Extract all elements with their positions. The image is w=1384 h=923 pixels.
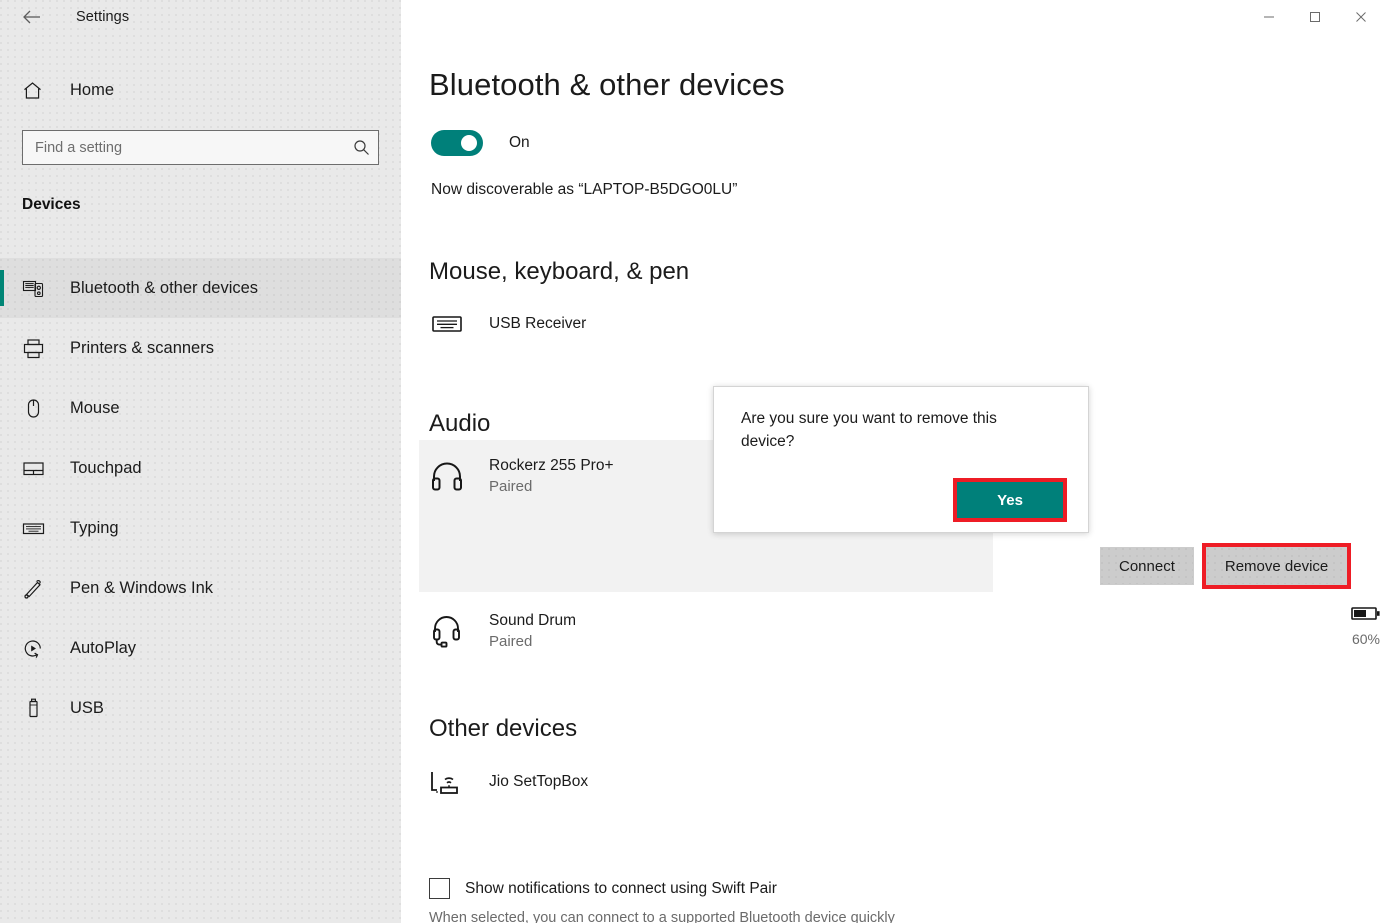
battery-icon [1351, 607, 1380, 620]
maximize-button[interactable] [1292, 0, 1338, 34]
device-info: Rockerz 255 Pro+ Paired [489, 456, 614, 498]
swift-pair-label: Show notifications to connect using Swif… [465, 879, 777, 897]
sidebar-item-label: Touchpad [70, 458, 142, 477]
touchpad-icon [22, 458, 50, 479]
sidebar-item-home[interactable]: Home [0, 72, 401, 108]
swift-pair-row[interactable]: Show notifications to connect using Swif… [429, 878, 777, 899]
sidebar-item-label: Printers & scanners [70, 338, 214, 357]
home-icon [22, 80, 50, 101]
device-row-sound-drum[interactable]: Sound Drum Paired [419, 604, 993, 660]
battery-percent: 60% [1351, 631, 1381, 647]
remove-device-button[interactable]: Remove device [1205, 547, 1348, 585]
device-status: Paired [489, 633, 533, 650]
confirm-dialog-message: Are you sure you want to remove this dev… [741, 410, 997, 450]
page-title: Bluetooth & other devices [429, 67, 785, 102]
headset-icon [419, 615, 475, 649]
sidebar-item-pen-windows-ink[interactable]: Pen & Windows Ink [0, 558, 401, 618]
sidebar-item-label: AutoPlay [70, 638, 137, 657]
bluetooth-toggle-row: On [431, 130, 530, 156]
group-title-mouse-keyboard-pen: Mouse, keyboard, & pen [429, 258, 690, 285]
swift-pair-checkbox[interactable] [429, 878, 450, 899]
minimize-button[interactable] [1246, 0, 1292, 34]
sidebar-item-label: Typing [70, 518, 119, 537]
swift-pair-description: When selected, you can connect to a supp… [429, 910, 895, 923]
remove-device-annotation-highlight: Remove device [1201, 543, 1352, 589]
close-button[interactable] [1338, 0, 1384, 34]
device-row-jio-settopbox[interactable]: Jio SetTopBox [419, 754, 993, 810]
keyboard-icon [22, 518, 50, 539]
sidebar-item-usb[interactable]: USB [0, 678, 401, 738]
window-controls [1246, 0, 1384, 34]
back-button[interactable] [10, 0, 54, 34]
autoplay-icon [22, 638, 50, 659]
device-name: Jio SetTopBox [489, 773, 589, 790]
device-status: Paired [489, 478, 533, 495]
mouse-icon [22, 398, 50, 419]
confirm-yes-button[interactable]: Yes [957, 482, 1063, 518]
device-name: Sound Drum [489, 612, 577, 629]
settopbox-icon [419, 768, 475, 796]
remove-device-confirm-dialog: Are you sure you want to remove this dev… [713, 386, 1089, 533]
device-name: USB Receiver [489, 315, 587, 332]
sidebar-item-printers-scanners[interactable]: Printers & scanners [0, 318, 401, 378]
yes-button-annotation-highlight: Yes [953, 478, 1067, 522]
sidebar-item-label: Pen & Windows Ink [70, 578, 214, 597]
sidebar-item-typing[interactable]: Typing [0, 498, 401, 558]
sidebar-item-label: Bluetooth & other devices [70, 278, 259, 297]
search-box[interactable] [22, 130, 379, 165]
headphones-icon [419, 461, 475, 493]
pen-icon [22, 578, 50, 599]
device-name: Rockerz 255 Pro+ [489, 457, 614, 474]
device-action-buttons: Connect Remove device [1100, 543, 1352, 589]
group-title-other-devices: Other devices [429, 715, 578, 742]
window-title: Settings [76, 9, 130, 25]
search-icon[interactable] [344, 131, 378, 164]
sidebar-category-heading: Devices [22, 196, 81, 213]
sidebar: Home Devices [0, 0, 401, 923]
search-input[interactable] [23, 139, 344, 156]
sidebar-item-touchpad[interactable]: Touchpad [0, 438, 401, 498]
sidebar-item-label: USB [70, 698, 104, 717]
sidebar-item-autoplay[interactable]: AutoPlay [0, 618, 401, 678]
device-info: Jio SetTopBox [489, 772, 588, 792]
bluetooth-toggle[interactable] [431, 130, 483, 156]
battery-indicator: 60% [1331, 605, 1384, 647]
usb-drive-icon [22, 698, 50, 719]
keyboard-device-icon [419, 312, 475, 336]
bluetooth-devices-icon [22, 278, 50, 299]
device-info: Sound Drum Paired [489, 611, 576, 653]
settings-window: Home Devices [0, 0, 1384, 923]
sidebar-item-mouse[interactable]: Mouse [0, 378, 401, 438]
toggle-knob [461, 135, 477, 151]
sidebar-home-label: Home [70, 80, 115, 99]
sidebar-item-bluetooth-other-devices[interactable]: Bluetooth & other devices [0, 258, 401, 318]
printer-icon [22, 338, 50, 359]
sidebar-item-label: Mouse [70, 398, 120, 417]
device-row-usb-receiver[interactable]: USB Receiver [419, 296, 993, 352]
confirm-dialog-actions: Yes [953, 478, 1067, 522]
bluetooth-toggle-state: On [509, 134, 530, 151]
sidebar-nav-list: Bluetooth & other devices Printers & sca… [0, 258, 401, 738]
device-info: USB Receiver [489, 314, 586, 334]
discoverable-text: Now discoverable as “LAPTOP-B5DGO0LU” [431, 181, 738, 198]
title-bar: Settings [0, 0, 1384, 34]
group-title-audio: Audio [429, 410, 491, 437]
connect-button[interactable]: Connect [1100, 547, 1194, 585]
